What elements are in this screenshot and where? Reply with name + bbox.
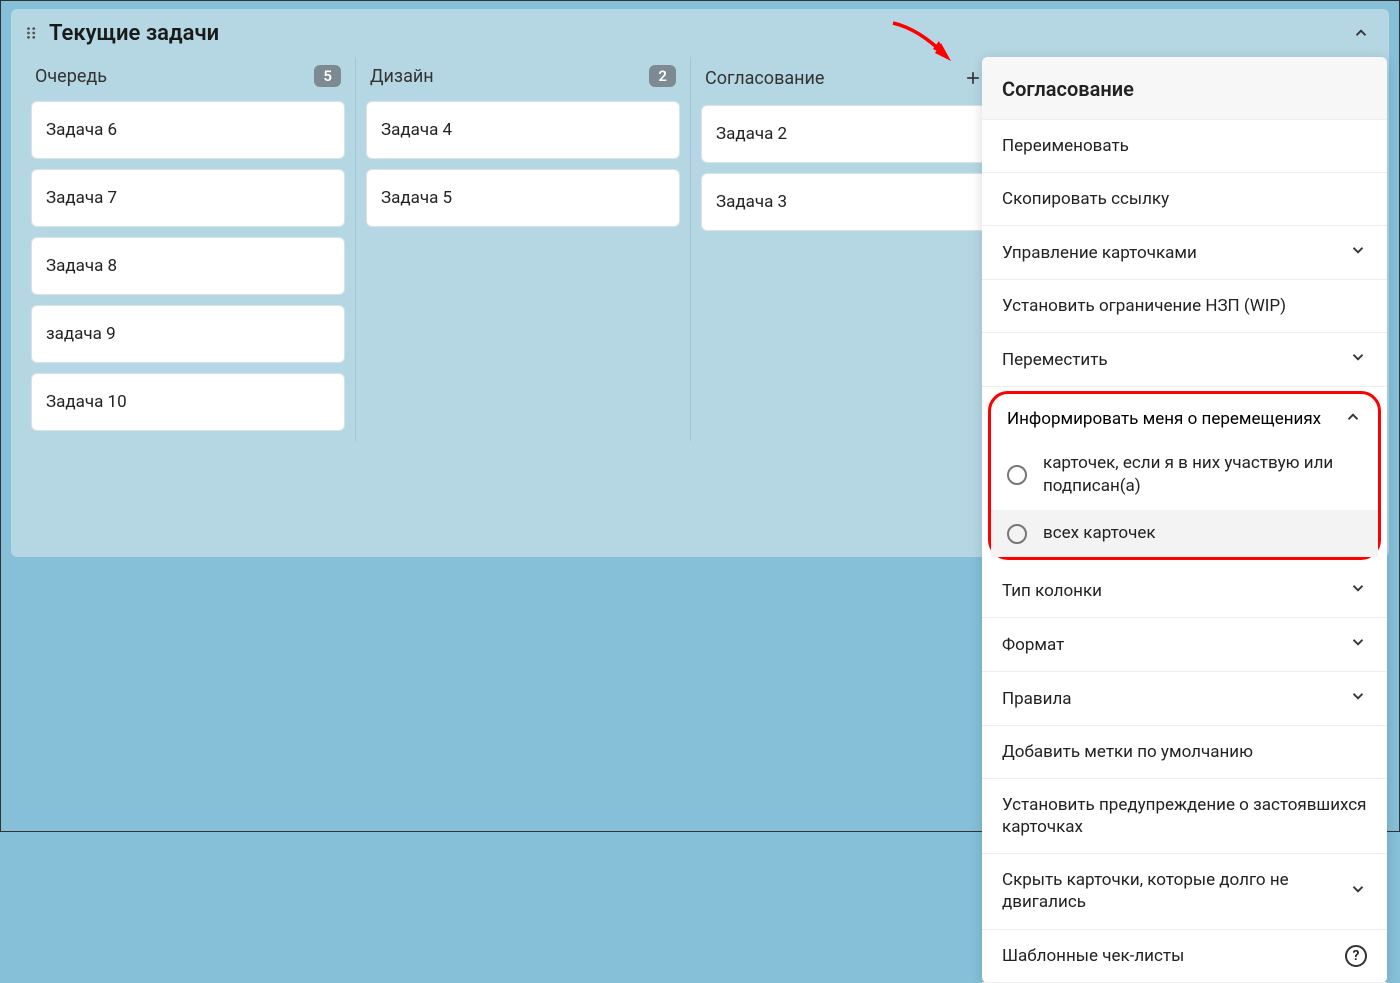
radio-icon	[1007, 524, 1027, 544]
card[interactable]: задача 9	[31, 305, 345, 363]
menu-item[interactable]: Переместить	[982, 333, 1387, 387]
help-icon[interactable]: ?	[1345, 945, 1367, 967]
menu-item-label: Скопировать ссылку	[1002, 188, 1367, 210]
board-title: Текущие задачи	[49, 21, 219, 46]
notify-option[interactable]: всех карточек	[991, 510, 1378, 557]
notify-option[interactable]: карточек, если я в них участвую или подп…	[991, 440, 1378, 510]
column-context-menu: Согласование Переименовать Скопировать сс…	[982, 57, 1387, 983]
menu-item[interactable]: Формат	[982, 618, 1387, 672]
menu-item-label: Переместить	[1002, 349, 1349, 371]
column-title: Очередь	[35, 66, 314, 87]
column: Очередь 5 Задача 6 Задача 7 Задача 8 задача…	[21, 57, 356, 441]
card[interactable]: Задача 8	[31, 237, 345, 295]
chevron-down-icon	[1349, 880, 1367, 903]
notify-section-highlighted: Информировать меня о перемещениях карточ…	[988, 391, 1381, 560]
menu-item[interactable]: Тип колонки	[982, 564, 1387, 618]
menu-item[interactable]: Скопировать ссылку	[982, 173, 1387, 226]
menu-item-label: Формат	[1002, 634, 1349, 656]
menu-item[interactable]: Переименовать	[982, 120, 1387, 173]
chevron-down-icon	[1349, 687, 1367, 710]
chevron-down-icon	[1349, 348, 1367, 371]
card[interactable]: Задача 6	[31, 101, 345, 159]
chevron-down-icon	[1349, 241, 1367, 264]
menu-item[interactable]: Установить ограничение НЗП (WIP)	[982, 280, 1387, 333]
column-header: Дизайн 2	[366, 57, 680, 101]
menu-item-label: Переименовать	[1002, 135, 1367, 157]
column-title: Дизайн	[370, 66, 649, 87]
radio-label: карточек, если я в них участвую или подп…	[1043, 452, 1362, 498]
menu-item-label: Установить ограничение НЗП (WIP)	[1002, 295, 1367, 317]
menu-item-label: Скрыть карточки, которые долго не двигал…	[1002, 869, 1349, 913]
chevron-up-icon	[1344, 408, 1362, 430]
card[interactable]: Задача 10	[31, 373, 345, 431]
card[interactable]: Задача 5	[366, 169, 680, 227]
menu-item-label: Управление карточками	[1002, 242, 1349, 264]
card[interactable]: Задача 4	[366, 101, 680, 159]
column: Согласование Задача 2Задача 3	[691, 57, 1026, 441]
collapse-board-button[interactable]	[1347, 19, 1375, 47]
column-count-badge: 5	[314, 65, 341, 87]
menu-item[interactable]: Скрыть карточки, которые долго не двигал…	[982, 854, 1387, 929]
menu-item[interactable]: Добавить метки по умолчанию	[982, 726, 1387, 779]
menu-item-label: Добавить метки по умолчанию	[1002, 741, 1367, 763]
menu-title: Согласование	[982, 57, 1387, 120]
menu-item-notify-header[interactable]: Информировать меня о перемещениях	[991, 394, 1378, 440]
card[interactable]: Задача 3	[701, 173, 1016, 231]
menu-item-label: Правила	[1002, 688, 1349, 710]
annotation-arrow	[889, 19, 969, 73]
card[interactable]: Задача 7	[31, 169, 345, 227]
card[interactable]: Задача 2	[701, 105, 1016, 163]
radio-label: всех карточек	[1043, 522, 1156, 545]
column-count-badge: 2	[649, 65, 676, 87]
chevron-down-icon	[1349, 633, 1367, 656]
radio-icon	[1007, 465, 1027, 485]
menu-item-label: Тип колонки	[1002, 580, 1349, 602]
drag-handle-icon[interactable]	[25, 21, 39, 46]
column: Дизайн 2 Задача 4 Задача 5	[356, 57, 691, 441]
menu-item[interactable]: Управление карточками	[982, 226, 1387, 280]
column-header: Очередь 5	[31, 57, 345, 101]
chevron-down-icon	[1349, 579, 1367, 602]
menu-item[interactable]: Установить предупреждение о застоявшихся…	[982, 779, 1387, 854]
menu-item[interactable]: Правила	[982, 672, 1387, 726]
menu-item-label: Шаблонные чек-листы	[1002, 945, 1345, 967]
menu-item[interactable]: Шаблонные чек-листы?	[982, 930, 1387, 983]
board-header: Текущие задачи	[11, 9, 1389, 57]
